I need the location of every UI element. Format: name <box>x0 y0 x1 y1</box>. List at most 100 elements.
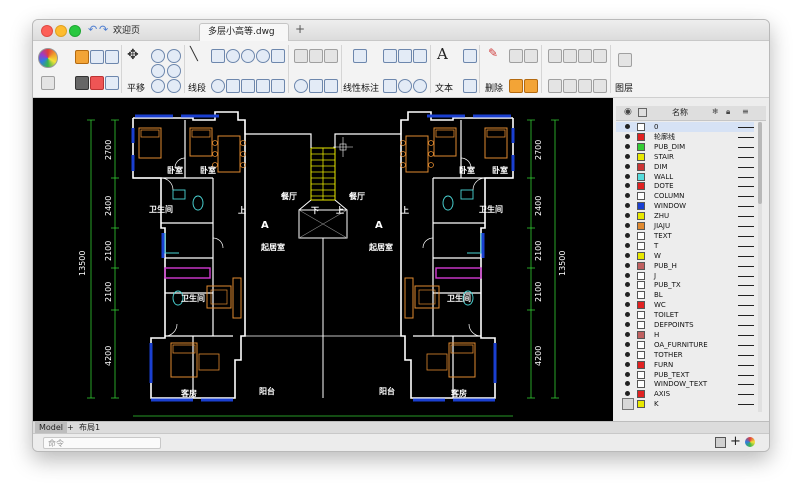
layer-row[interactable]: ZHU <box>616 211 754 221</box>
layer-visible-icon[interactable] <box>625 272 630 278</box>
arc-3point-icon[interactable] <box>241 49 255 63</box>
layer-visible-icon[interactable] <box>625 242 630 248</box>
layer-linetype-icon[interactable] <box>738 265 754 267</box>
tab-welcome[interactable]: 欢迎页 <box>105 23 148 40</box>
layer-linetype-icon[interactable] <box>738 384 754 386</box>
layer-color-swatch[interactable] <box>637 330 645 339</box>
paste-icon[interactable] <box>509 79 523 93</box>
measure-icon[interactable] <box>593 49 607 63</box>
ortho-icon[interactable]: + <box>730 434 741 449</box>
layer-visible-icon[interactable] <box>625 232 630 238</box>
minimize-window-button[interactable] <box>55 25 67 37</box>
layer-visible-icon[interactable] <box>625 292 630 298</box>
layer-row[interactable]: TOILET <box>616 310 754 320</box>
layer-color-swatch[interactable] <box>637 400 645 409</box>
spline-icon[interactable] <box>256 79 270 93</box>
print-icon[interactable] <box>75 76 89 90</box>
layer-row[interactable]: H <box>616 330 754 340</box>
extend-icon[interactable] <box>309 49 323 63</box>
layer-visible-icon[interactable] <box>625 153 630 159</box>
visibility-icon[interactable]: ◉ <box>624 107 632 117</box>
layer-linetype-icon[interactable] <box>738 275 754 277</box>
layer-color-swatch[interactable] <box>637 321 645 329</box>
layer-linetype-icon[interactable] <box>738 166 754 168</box>
table-icon[interactable] <box>463 49 477 63</box>
layer-linetype-icon[interactable] <box>738 295 754 297</box>
grid-icon[interactable] <box>593 79 607 93</box>
undo-icon[interactable]: ↶ <box>88 23 97 36</box>
layer-row[interactable]: COLUMN <box>616 191 754 201</box>
layer-linetype-icon[interactable] <box>738 156 754 158</box>
join-icon[interactable] <box>578 79 592 93</box>
layer-color-swatch[interactable] <box>637 222 645 230</box>
radius-dimension-icon[interactable] <box>398 79 412 93</box>
pan-label[interactable]: 平移 <box>127 81 145 94</box>
layer-linetype-icon[interactable] <box>738 354 754 356</box>
layer-visible-icon[interactable] <box>625 262 630 268</box>
layer-color-swatch[interactable] <box>637 390 645 399</box>
layer-visible-icon[interactable] <box>625 361 630 367</box>
layer-color-swatch[interactable] <box>637 132 645 141</box>
hatch-icon[interactable] <box>271 79 285 93</box>
layer-visible-icon[interactable] <box>625 252 630 258</box>
scale-icon[interactable] <box>309 79 323 93</box>
fillet-icon[interactable] <box>324 49 338 63</box>
drawing-canvas[interactable]: 卧室 卧室 卧室 卧室 卫生间 卫生间 卫生间 卫生间 餐厅 餐厅 起居室 起居… <box>33 98 613 421</box>
linetype-header-icon[interactable]: ≡ <box>742 107 749 116</box>
layer-row[interactable]: PUB_TEXT <box>616 370 754 380</box>
layer-linetype-icon[interactable] <box>738 216 754 218</box>
layer-color-swatch[interactable] <box>637 172 645 181</box>
layer-linetype-icon[interactable] <box>738 334 754 336</box>
layer-color-swatch[interactable] <box>637 271 645 280</box>
layer-color-swatch[interactable] <box>637 251 645 260</box>
text-label[interactable]: 文本 <box>435 81 453 94</box>
explode-icon[interactable] <box>578 49 592 63</box>
layer-linetype-icon[interactable] <box>738 146 754 148</box>
layer-row[interactable]: STAIR <box>616 152 754 162</box>
layer-color-swatch[interactable] <box>637 241 645 250</box>
angular-dimension-icon[interactable] <box>398 49 412 63</box>
layer-row[interactable]: PUB_DIM <box>616 142 754 152</box>
layer-visible-icon[interactable] <box>625 124 630 129</box>
layer-row[interactable]: TOTHER <box>616 350 754 360</box>
aligned-dimension-icon[interactable] <box>383 49 397 63</box>
zoom-realtime-icon[interactable] <box>167 79 181 93</box>
pan-icon[interactable]: ✥ <box>127 47 139 63</box>
layer-visible-icon[interactable] <box>625 163 630 169</box>
layer-row[interactable]: FURN <box>616 360 754 370</box>
layer-linetype-icon[interactable] <box>738 364 754 366</box>
layer-row[interactable]: W <box>616 251 754 261</box>
layer-row[interactable]: WC <box>616 300 754 310</box>
layer-linetype-icon[interactable] <box>738 176 754 178</box>
layer-color-swatch[interactable] <box>637 123 645 131</box>
layer-visible-icon[interactable] <box>625 193 630 199</box>
layer-linetype-icon[interactable] <box>738 344 754 346</box>
open-folder-icon[interactable] <box>75 50 89 64</box>
array-icon[interactable] <box>548 49 562 63</box>
layer-visible-icon[interactable] <box>625 351 630 357</box>
layer-row[interactable]: WINDOW_TEXT <box>616 379 754 389</box>
layer-linetype-icon[interactable] <box>738 394 754 396</box>
layer-manager-icon[interactable] <box>622 398 634 410</box>
save-icon[interactable] <box>90 50 104 64</box>
app-logo-icon[interactable] <box>38 48 58 68</box>
leader-icon[interactable] <box>383 79 397 93</box>
layer-row[interactable]: AXIS <box>616 389 754 399</box>
layer-visible-icon[interactable] <box>625 173 630 179</box>
match-properties-icon[interactable] <box>524 79 538 93</box>
layer-row[interactable]: 0 <box>616 122 754 132</box>
zoom-previous-icon[interactable] <box>151 79 165 93</box>
triangle-icon[interactable] <box>226 79 240 93</box>
layer-visible-icon[interactable] <box>625 302 630 308</box>
layer-linetype-icon[interactable] <box>738 404 754 406</box>
layer-linetype-icon[interactable] <box>738 245 754 247</box>
mirror-icon[interactable] <box>324 79 338 93</box>
polyline-icon[interactable] <box>211 49 225 63</box>
new-tab-button[interactable]: + <box>295 22 305 36</box>
zoom-out-icon[interactable] <box>167 49 181 63</box>
move-icon[interactable] <box>524 49 538 63</box>
layer-linetype-icon[interactable] <box>738 255 754 257</box>
delete-label[interactable]: 删除 <box>485 81 503 94</box>
freeze-icon[interactable]: ❄ <box>712 107 719 116</box>
layer-color-swatch[interactable] <box>637 142 645 151</box>
